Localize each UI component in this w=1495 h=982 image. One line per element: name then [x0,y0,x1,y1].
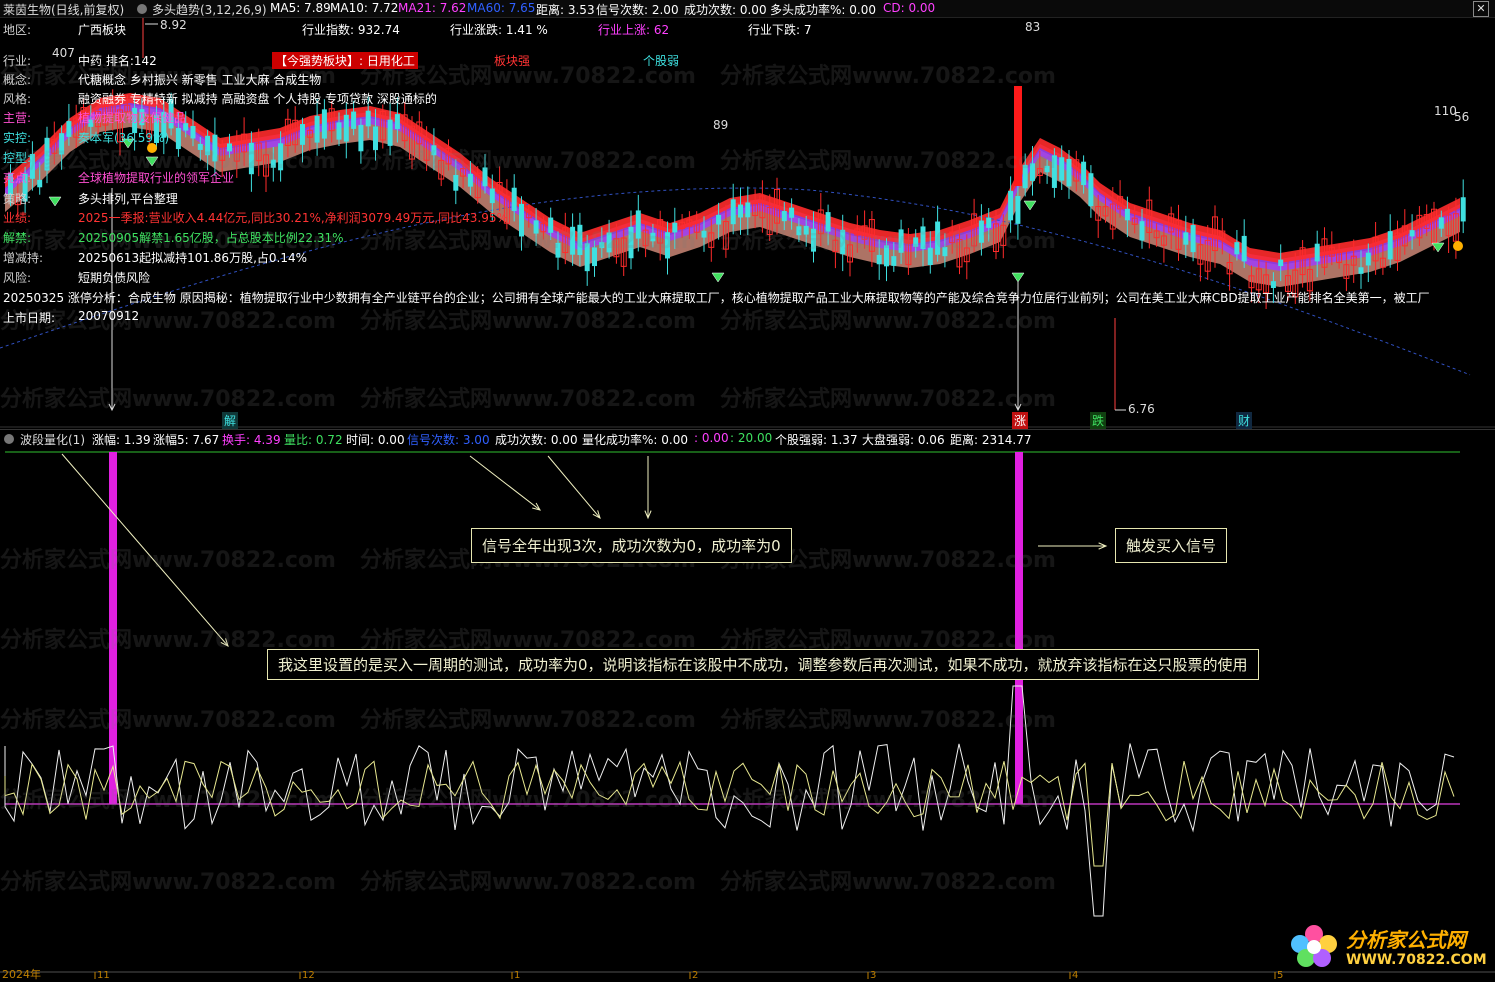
stock-title[interactable]: 莱茵生物(日线,前复权) [3,1,124,18]
trigger-callout: 触发买入信号 [1115,528,1228,563]
industry-change: 行业涨跌: 1.41 % [450,23,548,37]
industry-up: 行业上涨: 62 [598,23,670,37]
info-label: 主营: [3,111,32,125]
info-label: 概念: [3,73,32,87]
mark-56: 56 [1454,110,1470,124]
event-limit-up[interactable]: 涨 [1012,412,1029,429]
info-label: 实控: [3,131,32,145]
info-value: 20250905解禁1.65亿股，占总股本比例22.31% [78,231,344,245]
logo-url: WWW.70822.COM [1346,952,1487,968]
success-count: 成功次数: 0.00 [684,3,767,17]
info-value: 2025一季报:营业收入4.44亿元,同比30.21%,净利润3079.49万元… [78,211,508,225]
low-price-mark: 6.76 [1128,402,1155,416]
indicator-name[interactable]: 多头趋势(3,12,26,9) [152,1,267,18]
info-value: 短期负债风险 [78,271,151,285]
info-value: 全球植物提取行业的领军企业 [78,171,235,185]
region-label: 地区: [3,23,32,37]
extra-value-2: : 20.00 [730,431,773,445]
info-value: 代糖概念 乡村振兴 新零售 工业大麻 合成生物 [78,73,322,87]
info-label: 增减持: [3,251,44,265]
axis-tick-label: 2 [692,970,698,979]
axis-tick-label: 4 [1072,970,1078,979]
axis-tick-label: 3 [870,970,876,979]
stock-weak-tag: 个股弱 [643,54,680,68]
mark-407: 407 [52,46,75,60]
signal-summary-callout: 信号全年出现3次，成功次数为0，成功率为0 [471,528,792,563]
listing-label: 上市日期: [3,311,56,325]
close-icon[interactable]: ✕ [1473,1,1489,17]
indicator-pane[interactable]: 11 12 1 2 3 4 5 分析家公式网www.70822.com 分析家公式网www.… [0,446,1495,981]
industry-down: 行业下跌: 7 [748,23,812,37]
info-label: 风险: [3,271,32,285]
event-unlock[interactable]: 解 [222,412,239,429]
indicator-header: 波段量化(1) 涨幅: 1.39 涨幅5: 7.67 换手: 4.39 量比: … [0,429,1495,447]
info-value: 植物提取物及保健品 [78,111,187,125]
info-label: 风格: [3,92,32,106]
axis-tick-label: 5 [1277,970,1283,979]
info-value: 20250613起拟减持101.86万股,占0.14% [78,251,308,265]
info-label: 策略: [3,192,32,206]
strong-sector-tag: 【今强势板块】: 日用化工 [272,52,418,69]
info-value: 多头排列,平台整理 [78,192,178,206]
info-value: 中药 排名:142 [78,54,157,68]
high-price-mark: 8.92 [160,18,187,32]
event-fall[interactable]: 跌 [1090,412,1107,429]
axis-tick-label: 11 [97,970,110,979]
axis-year: 2024年 [2,968,41,981]
listing-date: 20070912 [78,309,140,323]
indicator-canvas: 11 12 1 2 3 4 5 [0,451,1495,979]
axis-tick-label: 1 [514,970,520,979]
logo-name: 分析家公式网 [1346,928,1466,952]
region-value: 广西板块 [78,23,127,37]
info-value: 秦本军(36.59%) [78,131,170,145]
limit-up-analysis: 20250325 涨停分析：合成生物 原因揭秘：植物提取行业中少数拥有全产业链平… [3,291,1430,305]
info-label: 控型: [3,151,32,165]
info-label: 亮点: [3,171,32,185]
event-finance[interactable]: 财 [1236,412,1253,429]
info-label: 行业: [3,54,32,68]
axis-tick-label: 12 [302,970,315,979]
success-rate: 多头成功率%: 0.00 [770,3,876,17]
ma21-value: MA21: 7.62 [398,1,467,15]
info-value: 融资融券 专精特新 拟减持 高融资盘 个人持股 专项贷款 深股通标的 [78,92,437,106]
chart-title-bar: 莱茵生物(日线,前复权) 多头趋势(3,12,26,9) MA5: 7.89 M… [0,0,1495,18]
ma60-value: MA60: 7.65 [467,1,536,15]
mark-83: 83 [1025,20,1041,34]
info-label: 业绩: [3,211,32,225]
site-logo-icon [1286,920,1342,970]
mark-89: 89 [713,118,729,132]
test-note-callout: 我这里设置的是买入一周期的测试，成功率为0，说明该指标在该股中不成功，调整参数后… [267,649,1259,680]
cd-value: CD: 0.00 [883,1,936,15]
price-chart-pane[interactable]: 分析家公式网www.70822.com 分析家公式网www.70822.com … [0,18,1495,429]
info-label: 解禁: [3,231,32,245]
extra-value-1: : 0.00 [694,431,729,445]
ma10-value: MA10: 7.72 [330,1,399,15]
signal-count: 信号次数: 2.00 [596,3,679,17]
industry-index: 行业指数: 932.74 [302,23,400,37]
ma5-value: MA5: 7.89 [270,1,331,15]
distance-value: 距离: 3.53 [536,3,595,17]
sector-strong-tag: 板块强 [494,54,531,68]
